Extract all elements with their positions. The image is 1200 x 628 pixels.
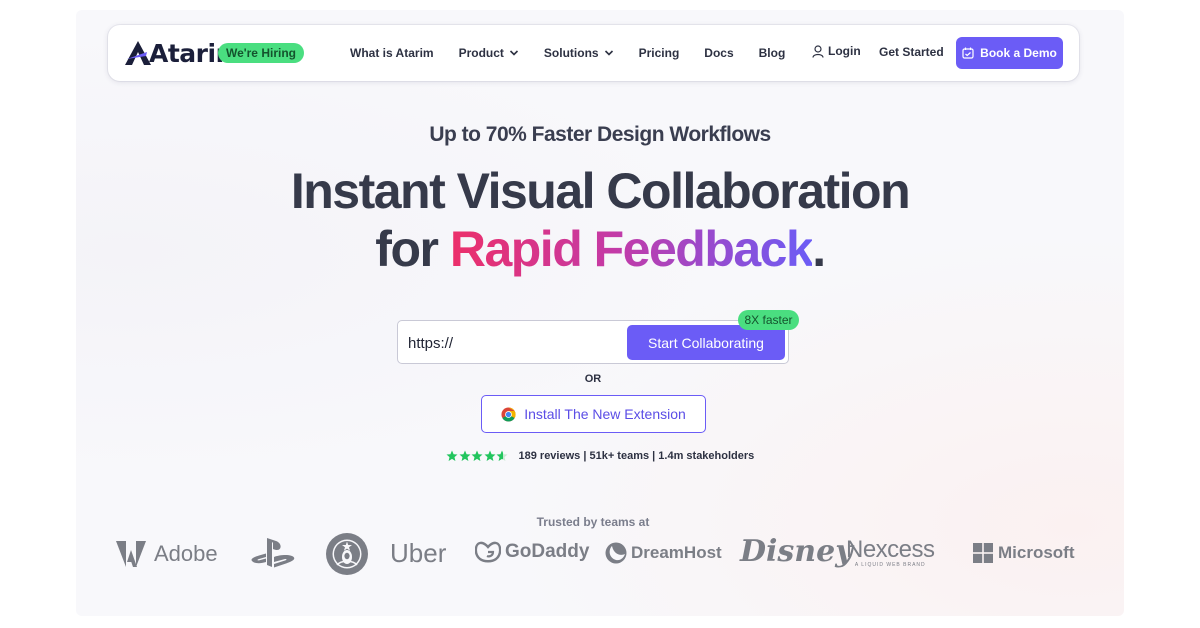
playstation-logo bbox=[250, 536, 296, 570]
get-started-link[interactable]: Get Started bbox=[879, 45, 944, 59]
main-menu: What is Atarim Product Solutions Pricing… bbox=[350, 25, 810, 81]
menu-item-label: Pricing bbox=[638, 46, 680, 60]
dreamhost-wordmark: DreamHost bbox=[631, 543, 722, 562]
uber-logo: Uber bbox=[390, 538, 447, 568]
disney-logo: Disney bbox=[740, 534, 853, 569]
microsoft-icon bbox=[973, 543, 993, 563]
review-stats: 189 reviews | 51k+ teams | 1.4m stakehol… bbox=[518, 450, 755, 462]
menu-item-docs[interactable]: Docs bbox=[704, 46, 733, 60]
playstation-icon bbox=[251, 538, 295, 568]
headline-highlight: Rapid Feedback bbox=[449, 221, 814, 277]
menu-item-label: Solutions bbox=[543, 46, 599, 60]
hero-headline-line1: Instant Visual Collaboration bbox=[290, 163, 911, 219]
url-form: Start Collaborating bbox=[397, 320, 789, 364]
menu-item-label: Blog bbox=[758, 46, 786, 60]
review-summary: 189 reviews | 51k+ teams | 1.4m stakehol… bbox=[446, 449, 754, 463]
menu-item-label: Docs bbox=[704, 46, 734, 60]
install-extension-button[interactable]: Install The New Extension bbox=[481, 395, 706, 433]
book-demo-label: Book a Demo bbox=[980, 46, 1057, 60]
starbucks-logo bbox=[325, 532, 369, 576]
star-icon bbox=[484, 450, 495, 461]
menu-item-blog[interactable]: Blog bbox=[759, 46, 786, 60]
login-link[interactable]: Login bbox=[812, 44, 861, 58]
chevron-down-icon bbox=[604, 50, 613, 56]
login-label: Login bbox=[828, 44, 861, 58]
nexcess-logo: Nexcess A LIQUID WEB BRAND bbox=[846, 536, 935, 568]
menu-item-what-is-atarim[interactable]: What is Atarim bbox=[350, 46, 434, 60]
install-extension-label: Install The New Extension bbox=[524, 406, 686, 422]
start-collaborating-button[interactable]: Start Collaborating bbox=[627, 325, 785, 360]
menu-item-solutions[interactable]: Solutions bbox=[544, 46, 614, 60]
adobe-icon bbox=[116, 541, 146, 567]
menu-item-label: What is Atarim bbox=[350, 46, 434, 60]
chevron-down-icon bbox=[509, 50, 518, 56]
adobe-wordmark: Adobe bbox=[154, 541, 218, 566]
starbucks-icon bbox=[326, 533, 368, 575]
hero-eyebrow: Up to 70% Faster Design Workflows bbox=[429, 123, 771, 146]
hero-headline-line2: for Rapid Feedback. bbox=[0, 220, 1200, 278]
speed-badge: 8X faster bbox=[738, 310, 799, 330]
or-divider: OR bbox=[584, 373, 602, 385]
dreamhost-logo: DreamHost bbox=[605, 542, 722, 564]
dreamhost-icon bbox=[605, 542, 627, 564]
godaddy-icon bbox=[475, 541, 501, 563]
menu-item-label: Product bbox=[458, 46, 504, 60]
trusted-label: Trusted by teams at bbox=[536, 515, 650, 529]
star-icon bbox=[471, 450, 483, 461]
menu-item-product[interactable]: Product bbox=[459, 46, 519, 60]
top-navigation: Atarim We're Hiring What is Atarim Produ… bbox=[108, 25, 1079, 81]
headline-suffix: . bbox=[812, 221, 826, 277]
user-icon bbox=[812, 44, 824, 58]
nexcess-tagline: A LIQUID WEB BRAND bbox=[854, 562, 926, 568]
nexcess-wordmark: Nexcess bbox=[846, 536, 935, 563]
url-input[interactable] bbox=[408, 331, 618, 355]
menu-item-pricing[interactable]: Pricing bbox=[639, 46, 680, 60]
star-half-icon bbox=[496, 450, 508, 461]
microsoft-logo: Microsoft bbox=[973, 543, 1075, 563]
hiring-badge[interactable]: We're Hiring bbox=[218, 43, 304, 63]
atarim-logo-icon bbox=[125, 41, 151, 65]
microsoft-wordmark: Microsoft bbox=[998, 543, 1075, 562]
calendar-check-icon bbox=[962, 47, 974, 59]
star-icon bbox=[446, 450, 458, 461]
chrome-icon bbox=[501, 406, 516, 422]
star-rating bbox=[446, 450, 509, 462]
headline-prefix: for bbox=[375, 221, 450, 277]
star-icon bbox=[459, 450, 470, 461]
godaddy-logo: GoDaddy bbox=[475, 541, 589, 563]
book-demo-button[interactable]: Book a Demo bbox=[956, 37, 1063, 69]
adobe-logo: Adobe bbox=[116, 540, 218, 568]
godaddy-wordmark: GoDaddy bbox=[505, 541, 590, 562]
